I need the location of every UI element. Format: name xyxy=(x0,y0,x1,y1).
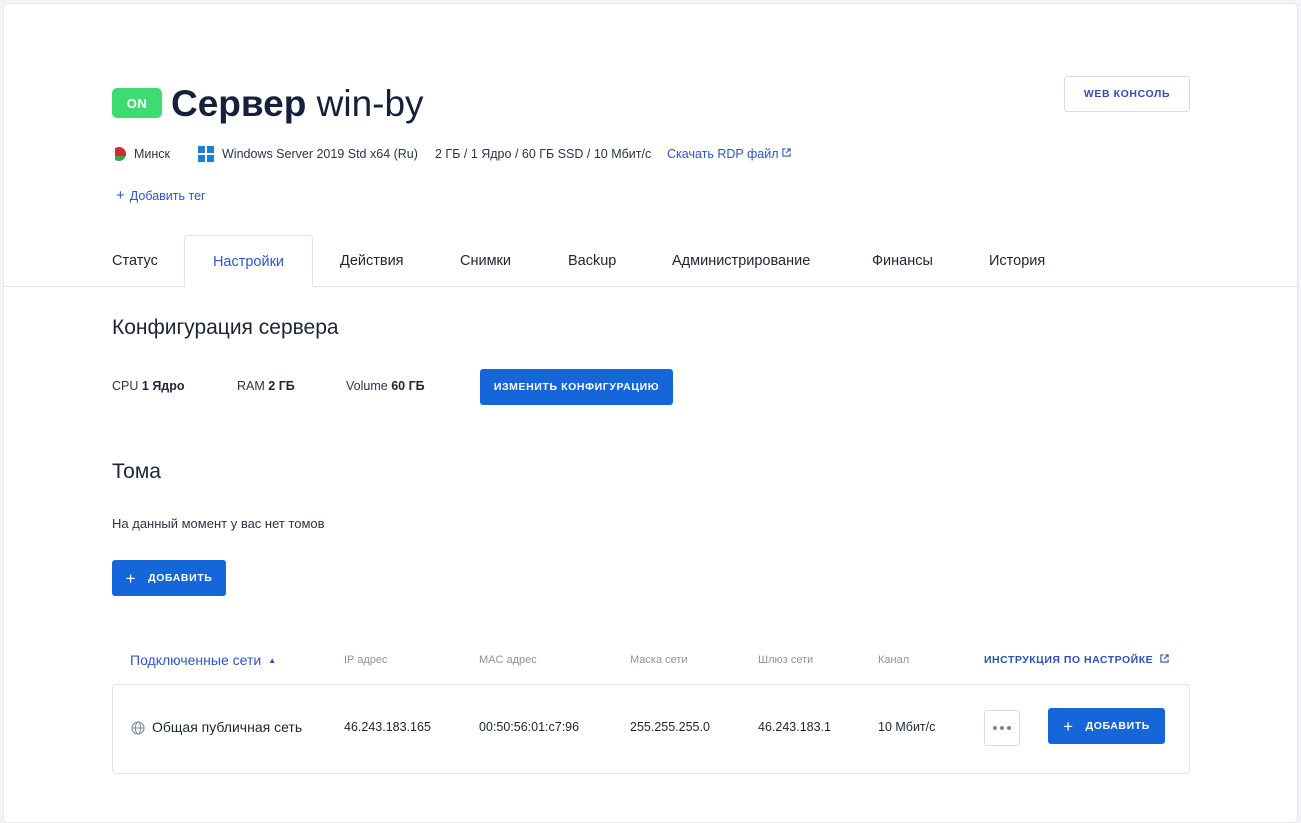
tab-actions[interactable]: Действия xyxy=(340,253,404,269)
column-gateway: Шлюз сети xyxy=(758,654,814,666)
add-network-label: ДОБАВИТЬ xyxy=(1085,720,1150,732)
page-title-prefix: Сервер xyxy=(171,83,307,124)
windows-icon xyxy=(198,146,214,162)
sort-asc-icon: ▲ xyxy=(268,655,277,665)
server-name: win-by xyxy=(316,83,424,124)
column-channel: Канал xyxy=(878,654,910,666)
tab-history[interactable]: История xyxy=(989,253,1045,269)
volumes-empty-text: На данный момент у вас нет томов xyxy=(112,516,325,531)
rdp-link-label: Скачать RDP файл xyxy=(667,147,779,161)
plus-icon: + xyxy=(116,187,125,204)
tab-snapshots[interactable]: Снимки xyxy=(460,253,511,269)
add-network-button[interactable]: + ДОБАВИТЬ xyxy=(1048,708,1165,744)
setup-instructions-link[interactable]: ИНСТРУКЦИЯ ПО НАСТРОЙКЕ xyxy=(984,654,1169,666)
external-link-icon xyxy=(781,148,791,160)
ram-info: RAM 2 ГБ xyxy=(237,379,295,393)
plus-icon: + xyxy=(1063,716,1074,736)
tab-finance[interactable]: Финансы xyxy=(872,253,933,269)
change-config-button[interactable]: ИЗМЕНИТЬ КОНФИГУРАЦИЮ xyxy=(480,369,673,405)
volumes-section-title: Тома xyxy=(112,460,161,483)
tab-settings[interactable]: Настройки xyxy=(184,235,313,287)
networks-header-sort[interactable]: Подключенные сети ▲ xyxy=(130,652,276,668)
network-name: Общая публичная сеть xyxy=(152,719,303,735)
external-link-icon xyxy=(1159,654,1169,666)
add-volume-label: ДОБАВИТЬ xyxy=(148,572,213,584)
plus-icon: + xyxy=(125,568,137,588)
volume-info: Volume 60 ГБ xyxy=(346,379,425,393)
page-title: Сервер win-by xyxy=(171,82,424,126)
os-info: Windows Server 2019 Std x64 (Ru) xyxy=(198,145,418,163)
network-gateway: 46.243.183.1 xyxy=(758,720,831,734)
web-console-button[interactable]: WEB КОНСОЛЬ xyxy=(1064,76,1190,112)
tab-backup[interactable]: Backup xyxy=(568,253,616,269)
ram-value: 2 ГБ xyxy=(268,379,295,393)
network-mac: 00:50:56:01:c7:96 xyxy=(479,720,580,734)
network-ip: 46.243.183.165 xyxy=(344,720,431,734)
volume-label: Volume xyxy=(346,379,388,393)
belarus-flag-icon xyxy=(112,147,126,161)
location: Минск xyxy=(112,145,170,163)
cpu-info: CPU 1 Ядро xyxy=(112,379,185,393)
add-tag-button[interactable]: + Добавить тег xyxy=(116,188,206,203)
server-page: ON Сервер win-by WEB КОНСОЛЬ Минск Windo… xyxy=(3,3,1299,823)
column-mask: Маска сети xyxy=(630,654,688,666)
column-mac: MAC адрес xyxy=(479,654,537,666)
globe-icon xyxy=(131,721,145,735)
tab-administration[interactable]: Администрирование xyxy=(672,253,810,269)
status-badge: ON xyxy=(112,88,162,118)
cpu-value: 1 Ядро xyxy=(141,379,185,393)
resources-summary: 2 ГБ / 1 Ядро / 60 ГБ SSD / 10 Мбит/с xyxy=(435,147,652,161)
column-ip: IP адрес xyxy=(344,654,388,666)
more-actions-button[interactable] xyxy=(984,710,1020,746)
location-label: Минск xyxy=(134,147,171,161)
network-channel: 10 Мбит/с xyxy=(878,720,936,734)
os-label: Windows Server 2019 Std x64 (Ru) xyxy=(222,147,418,161)
add-tag-label: Добавить тег xyxy=(129,188,206,203)
more-dots-icon xyxy=(993,726,997,730)
network-mask: 255.255.255.0 xyxy=(630,720,710,734)
ram-label: RAM xyxy=(237,379,265,393)
cpu-label: CPU xyxy=(112,379,139,393)
volume-value: 60 ГБ xyxy=(391,379,425,393)
rdp-download-link[interactable]: Скачать RDP файл xyxy=(667,145,791,163)
setup-instructions-label: ИНСТРУКЦИЯ ПО НАСТРОЙКЕ xyxy=(984,654,1154,666)
networks-header-label: Подключенные сети xyxy=(130,652,262,668)
tab-status[interactable]: Статус xyxy=(112,253,158,269)
config-section-title: Конфигурация сервера xyxy=(112,316,339,339)
add-volume-button[interactable]: + ДОБАВИТЬ xyxy=(112,560,226,596)
